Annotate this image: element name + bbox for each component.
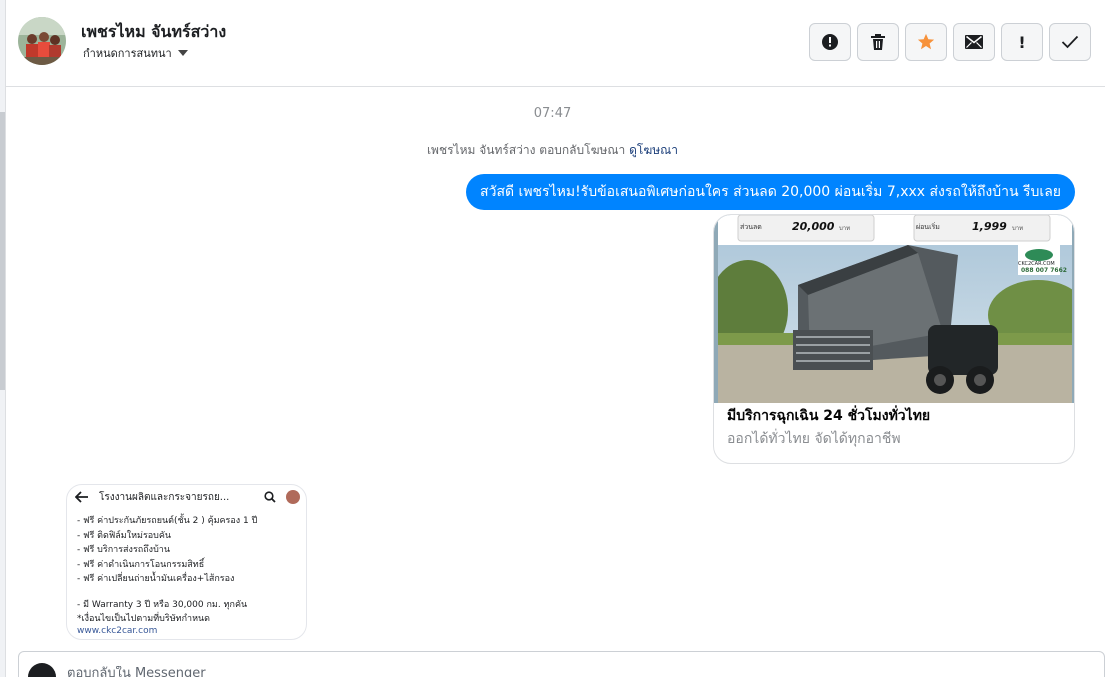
attachment-line: *เงื่อนไขเป็นไปตามที่บริษัทกำหนด xyxy=(77,613,210,624)
check-icon xyxy=(1061,35,1079,49)
conversation-label-dropdown[interactable]: กำหนดการสนทนา xyxy=(83,44,188,62)
ad-brand-phone: 088 007 7662 xyxy=(1021,267,1067,274)
mark-unread-button[interactable] xyxy=(953,23,995,61)
ad-price-right-unit: บาท xyxy=(1012,225,1024,232)
alert-icon xyxy=(822,34,838,50)
attachment-line: - ฟรี ค่าประกันภัยรถยนต์(ชั้น 2 ) คุ้มคร… xyxy=(77,516,258,526)
page-avatar xyxy=(28,663,56,677)
attachment-line: - ฟรี บริการส่งรถถึงบ้าน xyxy=(77,545,170,556)
outgoing-message-bubble[interactable]: สวัสดี เพชรไหม!รับข้อเสนอพิเศษก่อนใคร ส่… xyxy=(466,174,1075,210)
view-ad-link[interactable]: ดูโฆษณา xyxy=(629,143,678,157)
attachment-page-title: โรงงานผลิตและกระจายรถย... xyxy=(99,491,230,503)
caret-down-icon xyxy=(177,50,188,56)
star-button[interactable] xyxy=(905,23,947,61)
envelope-icon xyxy=(965,35,983,49)
ad-description: ออกได้ทั่วไทย จัดได้ทุกอาชีพ xyxy=(727,431,901,447)
ad-image: ส่วนลด 20,000 บาท ผ่อนเริ่ม 1,999 บาท CK… xyxy=(714,215,1074,403)
contact-name[interactable]: เพชรไหม จันทร์สว่าง xyxy=(81,20,226,45)
message-composer xyxy=(18,651,1105,677)
ad-price-left-value: 20,000 xyxy=(792,220,835,233)
ad-reply-note: เพชรไหม จันทร์สว่าง ตอบกลับโฆษณา ดูโฆษณา xyxy=(0,141,1105,160)
attachment-line: - ฟรี ค่าดำเนินการโอนกรรมสิทธิ์ xyxy=(77,559,205,570)
attachment-text-list: - ฟรี ค่าประกันภัยรถยนต์(ชั้น 2 ) คุ้มคร… xyxy=(77,514,257,637)
ad-reply-note-text: เพชรไหม จันทร์สว่าง ตอบกลับโฆษณา xyxy=(426,143,626,157)
trash-icon xyxy=(871,34,885,50)
search-icon xyxy=(264,491,276,503)
attachment-line: - มี Warranty 3 ปี หรือ 30,000 กม. ทุกคั… xyxy=(77,599,248,610)
attachment-avatar xyxy=(286,490,300,504)
follow-up-button[interactable]: ! xyxy=(1001,23,1043,61)
star-icon xyxy=(917,33,935,50)
back-arrow-icon xyxy=(75,491,88,503)
ad-headline: มีบริการฉุกเฉิน 24 ชั่วโมงทั่วไทย xyxy=(727,408,931,424)
reply-input[interactable] xyxy=(67,666,567,677)
ad-price-right-label: ผ่อนเริ่ม xyxy=(916,223,940,231)
ad-price-left-unit: บาท xyxy=(839,225,851,232)
attachment-line xyxy=(77,587,257,598)
attachment-link: www.ckc2car.com xyxy=(77,625,158,636)
conversation-label-text: กำหนดการสนทนา xyxy=(83,47,172,60)
contact-avatar[interactable] xyxy=(18,17,66,65)
conversation-header: เพชรไหม จันทร์สว่าง กำหนดการสนทนา ! xyxy=(6,0,1105,87)
mark-spam-button[interactable] xyxy=(809,23,851,61)
delete-button[interactable] xyxy=(857,23,899,61)
mark-done-button[interactable] xyxy=(1049,23,1091,61)
exclamation-icon: ! xyxy=(1018,32,1026,52)
attachment-line: - ฟรี ค่าเปลี่ยนถ่ายน้ำมันเครื่อง+ไส้กรอ… xyxy=(77,574,235,585)
conversation-actions: ! xyxy=(809,23,1091,61)
ad-preview-card[interactable]: ส่วนลด 20,000 บาท ผ่อนเริ่ม 1,999 บาท CK… xyxy=(713,214,1075,464)
incoming-image-attachment[interactable]: โรงงานผลิตและกระจายรถย... - ฟรี ค่าประกั… xyxy=(66,484,307,640)
message-timestamp: 07:47 xyxy=(533,106,572,121)
attachment-topbar: โรงงานผลิตและกระจายรถย... xyxy=(67,485,306,509)
attachment-line: - ฟรี ติดฟิล์มใหม่รอบคัน xyxy=(77,530,172,541)
ad-price-right-value: 1,999 xyxy=(972,220,1007,233)
ad-price-left-label: ส่วนลด xyxy=(740,223,762,231)
